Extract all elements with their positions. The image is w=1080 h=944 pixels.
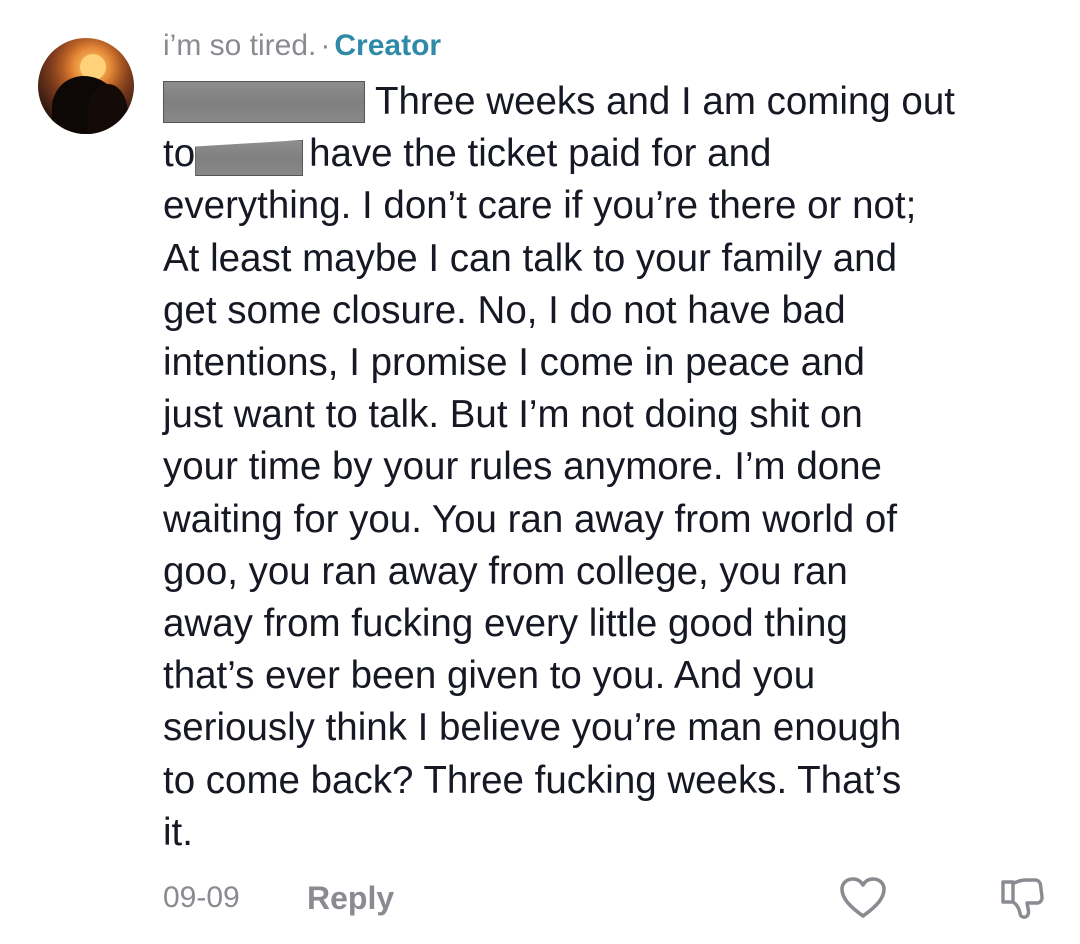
heart-outline-icon <box>840 877 886 918</box>
avatar-silhouette-2 <box>88 84 128 134</box>
comment-header: i’m so tired. · Creator <box>163 26 441 66</box>
comment-line: your time by your rules anymore. I’m don… <box>163 445 882 489</box>
comment-line: away from fucking every little good thin… <box>163 602 848 646</box>
comment-line: it. <box>163 810 193 854</box>
comment-line: Three weeks and I am coming out <box>163 76 1043 128</box>
reply-button[interactable]: Reply <box>307 878 394 918</box>
avatar[interactable] <box>38 38 134 134</box>
redaction-box <box>195 140 304 177</box>
comment-line: to come back? Three fucking weeks. That’… <box>163 758 902 802</box>
timestamp: 09-09 <box>163 881 240 914</box>
comment-line: waiting for you. You ran away from world… <box>163 497 898 541</box>
comment-line: goo, you ran away from college, you ran <box>163 549 848 593</box>
comment-text: Three weeks and I am coming out to have t… <box>163 76 1043 859</box>
comment-line: intentions, I promise I come in peace an… <box>163 341 865 385</box>
creator-badge: Creator <box>334 29 442 62</box>
redaction-box <box>163 80 365 123</box>
comment-line: At least maybe I can talk to your family… <box>163 236 897 280</box>
dislike-button[interactable] <box>999 876 1045 920</box>
comment-line: to have the ticket paid for and <box>163 132 772 177</box>
comment-line: everything. I don’t care if you’re there… <box>163 184 917 228</box>
comment-line: that’s ever been given to you. And you <box>163 654 816 698</box>
separator-dot: · <box>320 29 331 62</box>
comment-line: just want to talk. But I’m not doing shi… <box>163 393 863 437</box>
username[interactable]: i’m so tired. <box>163 29 316 62</box>
comment-line: seriously think I believe you’re man eno… <box>163 706 902 750</box>
comment-item: i’m so tired. · Creator Three weeks and I … <box>0 0 1080 944</box>
thumbs-down-outline-icon <box>1001 878 1044 919</box>
comment-line: get some closure. No, I do not have bad <box>163 288 846 332</box>
comment-footer: 09-09 Reply <box>163 870 1063 922</box>
like-button[interactable] <box>839 876 887 920</box>
